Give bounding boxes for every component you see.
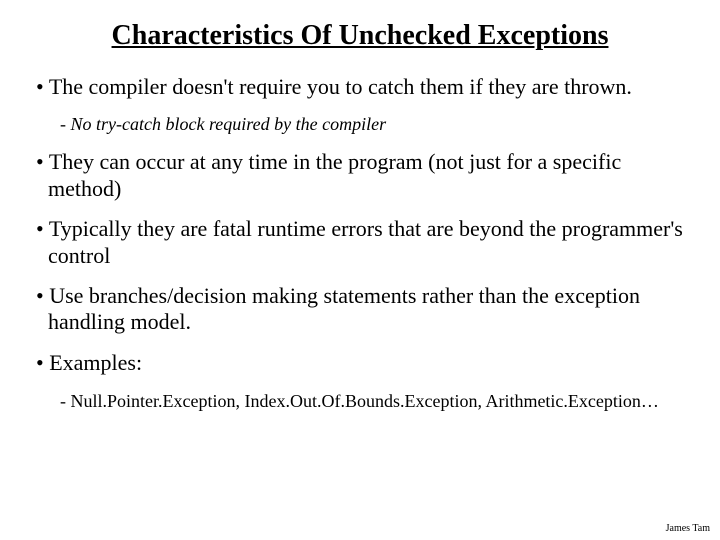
- slide: Characteristics Of Unchecked Exceptions …: [0, 0, 720, 413]
- footer-author: James Tam: [666, 523, 710, 534]
- bullet-item: Examples:: [30, 350, 690, 376]
- sub-item: Null.Pointer.Exception, Index.Out.Of.Bou…: [30, 390, 690, 413]
- slide-title: Characteristics Of Unchecked Exceptions: [30, 20, 690, 52]
- bullet-item: Use branches/decision making statements …: [30, 283, 690, 336]
- bullet-item: They can occur at any time in the progra…: [30, 149, 690, 202]
- bullet-item: Typically they are fatal runtime errors …: [30, 216, 690, 269]
- bullet-item: The compiler doesn't require you to catc…: [30, 74, 690, 100]
- bullet-list: The compiler doesn't require you to catc…: [30, 74, 690, 413]
- sub-item: No try-catch block required by the compi…: [30, 114, 690, 135]
